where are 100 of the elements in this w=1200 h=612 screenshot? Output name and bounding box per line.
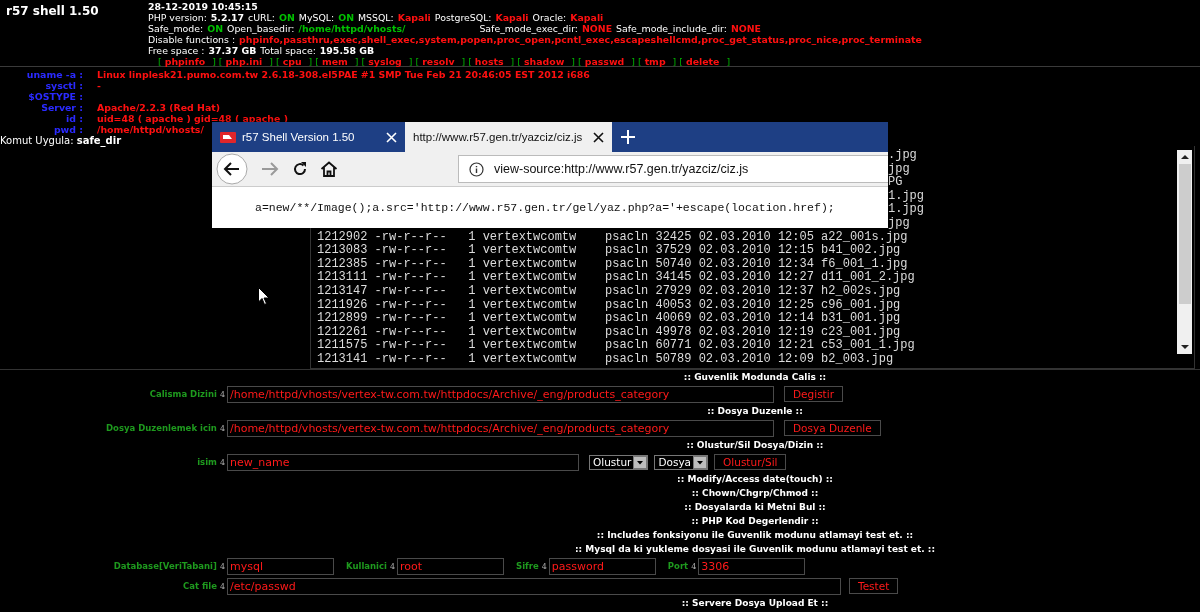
bracket-mark: [ (679, 56, 683, 67)
menu-link[interactable]: passwd (584, 56, 625, 67)
back-icon[interactable] (216, 153, 248, 185)
submit-button[interactable]: Degistir (784, 386, 843, 402)
field-label: Cat file (182, 581, 217, 591)
input-field[interactable]: /etc/passwd (227, 577, 841, 595)
browser-tab[interactable]: http://www.r57.gen.tr/yazciz/ciz.js (405, 122, 612, 152)
field-label: Dosya Duzenlemek icin (106, 423, 217, 433)
bracket-mark: ] (631, 56, 635, 67)
section-title: :: Includes fonksiyonu ile Guvenlik modunu atlamayi test et. :: (596, 530, 914, 540)
info-value: Apache/2.2.3 (Red Hat) (97, 102, 221, 113)
bracket-mark: ] (308, 56, 313, 67)
info-value: Linux linplesk21.pumo.com.tw 2.6.18-308.el5PAE #1 SMP Tue Feb 21 20:46:05 EST 2012 i686 (97, 69, 590, 80)
section-title: :: Dosya Duzenle :: (707, 406, 803, 416)
submit-button[interactable]: Testet (849, 578, 899, 594)
favicon-icon (220, 131, 236, 143)
input-field[interactable]: password (548, 557, 656, 575)
menu-link[interactable]: syslog (368, 56, 402, 67)
plus-icon[interactable] (621, 130, 635, 144)
menu-link[interactable]: cpu (282, 56, 302, 67)
status-off: NONE (730, 23, 761, 34)
bracket-mark: ] (726, 56, 731, 67)
browser-tab[interactable]: r57 Shell Version 1.50 (212, 122, 405, 152)
info-value: 195.58 GB (319, 45, 375, 56)
info-label: cURL: (248, 12, 275, 23)
section-title: :: Guvenlik Modunda Calis :: (683, 372, 827, 382)
listing-line: PG (888, 175, 903, 190)
menu-link[interactable]: phpinfo (164, 56, 206, 67)
status-off: Kapali (397, 12, 431, 23)
bracket-mark: [ (361, 56, 366, 67)
status-off: Kapali (570, 12, 604, 23)
listing-line: 1211926 -rw-r--r-- 1 vertextwcomtw psacln 40053 02.03.2010 12:25 c96_001.jpg (317, 297, 901, 312)
bracket-mark: ] (354, 56, 359, 67)
caret-icon[interactable] (693, 455, 708, 469)
home-icon[interactable] (320, 161, 338, 177)
info-label: PHP version: (148, 12, 207, 23)
status-off: NONE (582, 23, 613, 34)
menu-link[interactable]: hosts (474, 56, 504, 67)
reload-icon[interactable] (292, 161, 308, 177)
info-value: - (97, 80, 101, 91)
address-bar[interactable]: view-source:http://www.r57.gen.tr/yazciz/ciz.js (458, 155, 888, 183)
menu-link[interactable]: tmp (644, 56, 666, 67)
info-label: sysctl : (44, 80, 83, 91)
submit-button[interactable]: Dosya Duzenle (784, 420, 881, 436)
info-label: Safe_mode_exec_dir: (479, 23, 578, 34)
menu-link[interactable]: resolv (422, 56, 455, 67)
submit-button[interactable]: Olustur/Sil (714, 454, 787, 470)
bracket-mark: ] (510, 56, 515, 67)
listing-line: 1212902 -rw-r--r-- 1 vertextwcomtw psacln 32425 02.03.2010 12:05 a22_001s.jpg (317, 229, 908, 244)
section-title: :: Mysql da ki yukleme dosyasi ile Guvenlik modunu atlamayi test et. :: (575, 544, 935, 554)
status-off: phpinfo,passthru,exec,shell_exec,system,popen,proc_open,pcntl_exec,escapeshellcmd,proc_get_status,proc_nice,proc_terminate (239, 34, 922, 45)
bracket-mark: ] (571, 56, 576, 67)
listing-line: 1213111 -rw-r--r-- 1 vertextwcomtw psacln 34145 02.03.2010 12:27 d11_001_2.jpg (317, 270, 915, 285)
status-on: ON (279, 12, 295, 23)
scrollbar[interactable] (1177, 150, 1192, 354)
info-label: pwd : (52, 124, 83, 135)
info-label: $OSTYPE : (27, 91, 83, 102)
status-on: ON (207, 23, 224, 34)
dropdown[interactable]: Dosya (654, 454, 709, 470)
input-field[interactable]: mysql (227, 557, 334, 575)
input-field[interactable]: /home/httpd/vhosts/vertex-tw.com.tw/httpdocs/Archive/_eng/products_category (227, 419, 774, 437)
section-title: :: PHP Kod Degerlendir :: (691, 516, 819, 526)
bracket-mark: [ (517, 56, 521, 67)
listing-line: 1212261 -rw-r--r-- 1 vertextwcomtw psacln 49978 02.03.2010 12:19 c23_001.jpg (317, 324, 901, 339)
menu-link[interactable]: mem (321, 56, 348, 67)
field-label: isim (197, 457, 217, 467)
listing-line: 1212385 -rw-r--r-- 1 vertextwcomtw psacln 50740 02.03.2010 12:34 f6_001_1.jpg (317, 256, 908, 271)
status-on: ON (338, 12, 354, 23)
menu-link[interactable]: php.ini (225, 56, 263, 67)
listing-line: 1213083 -rw-r--r-- 1 vertextwcomtw psacln 37529 02.03.2010 12:15 b41_002.jpg (317, 243, 901, 258)
listing-line: 1211575 -rw-r--r-- 1 vertextwcomtw psacln 60771 02.03.2010 12:21 c53_001_1.jpg (317, 338, 915, 353)
listing-line: .jpg (888, 148, 917, 162)
menu-link[interactable]: delete (685, 56, 720, 67)
listing-line: jpg (888, 161, 910, 176)
info-label: MySQL: (298, 12, 335, 23)
info-icon[interactable] (469, 161, 484, 177)
bullet-mark: 4 (389, 561, 396, 571)
bracket-mark: [ (315, 56, 319, 67)
info-label: Total space: (260, 45, 316, 56)
menu-link[interactable]: shadow (523, 56, 565, 67)
listing-line: 1213147 -rw-r--r-- 1 vertextwcomtw psacln 27929 02.03.2010 12:37 h2_002s.jpg (317, 283, 901, 298)
bracket-mark: [ (578, 56, 582, 67)
cursor-icon (258, 287, 270, 306)
bullet-mark: 4 (219, 457, 225, 467)
bullet-mark: 4 (691, 561, 697, 571)
dropdown[interactable]: Olustur (589, 454, 649, 470)
listing-line: 1.jpg (888, 202, 924, 217)
caret-icon[interactable] (633, 455, 648, 469)
field-label: Port (667, 561, 689, 571)
bracket-mark: [ (158, 56, 162, 67)
bracket-mark: ] (269, 56, 273, 67)
field-label: Kullanici (346, 561, 387, 571)
field-label: Database[VeriTabani] (113, 561, 217, 571)
input-field[interactable]: 3306 (698, 557, 806, 575)
listing-line: jpg (888, 215, 910, 230)
input-field[interactable]: root (397, 557, 505, 575)
close-icon[interactable] (593, 131, 604, 143)
input-field[interactable]: new_name (227, 453, 579, 471)
input-field[interactable]: /home/httpd/vhosts/vertex-tw.com.tw/httpdocs/Archive/_eng/products_category (227, 385, 774, 403)
field-label: Calisma Dizini (149, 389, 217, 399)
